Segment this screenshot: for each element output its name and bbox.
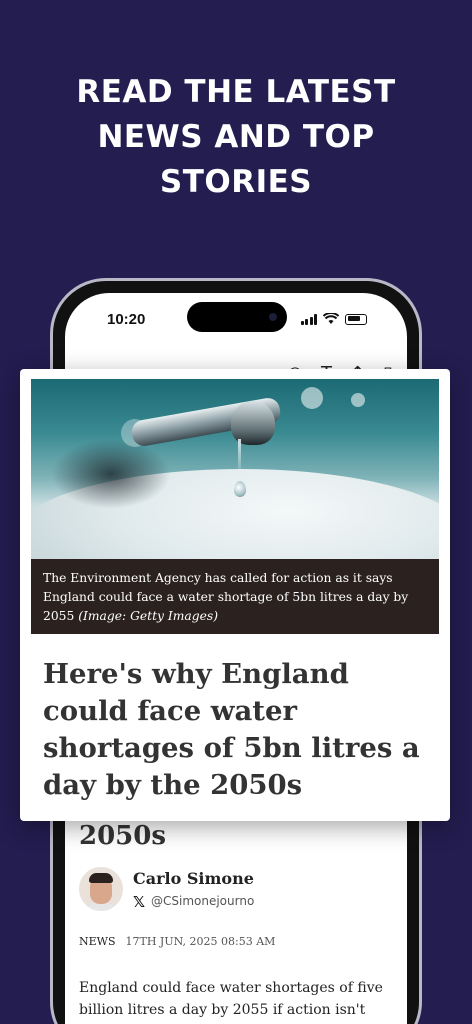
status-time: 10:20 bbox=[107, 311, 146, 328]
article-meta: NEWS 17TH JUN, 2025 08:53 AM bbox=[79, 935, 275, 948]
signal-icon bbox=[300, 313, 317, 325]
promo-headline-line: STORIES bbox=[159, 164, 313, 200]
category-label[interactable]: NEWS bbox=[79, 935, 116, 948]
author-block[interactable]: Carlo Simone 𝕏 @CSimonejourno bbox=[79, 867, 399, 917]
avatar[interactable] bbox=[79, 867, 123, 911]
dynamic-island bbox=[187, 302, 287, 332]
camera-dot bbox=[269, 313, 277, 321]
wifi-icon bbox=[323, 313, 339, 324]
publish-date: 17TH JUN, 2025 08:53 AM bbox=[125, 935, 276, 948]
article-header-card[interactable]: The Environment Agency has called for ac… bbox=[20, 369, 450, 821]
article-image bbox=[31, 379, 439, 559]
status-icons bbox=[300, 313, 367, 325]
water-drop bbox=[234, 481, 246, 497]
caption-credit: (Image: Getty Images) bbox=[78, 609, 219, 623]
article-body: England could face water shortages of fi… bbox=[79, 980, 383, 1018]
promo-headline-line: READ THE LATEST bbox=[76, 74, 396, 110]
article-title: Here's why England could face water shor… bbox=[43, 658, 420, 801]
image-caption: The Environment Agency has called for ac… bbox=[31, 559, 439, 634]
promo-headline: READ THE LATEST NEWS AND TOP STORIES bbox=[0, 70, 472, 205]
author-name[interactable]: Carlo Simone bbox=[133, 869, 254, 888]
x-logo-icon: 𝕏 bbox=[133, 893, 146, 911]
author-handle[interactable]: @CSimonejourno bbox=[151, 894, 254, 908]
battery-icon bbox=[345, 313, 367, 325]
article-title-peek: 2050s bbox=[79, 821, 167, 851]
promo-headline-line: NEWS AND TOP bbox=[97, 119, 375, 155]
